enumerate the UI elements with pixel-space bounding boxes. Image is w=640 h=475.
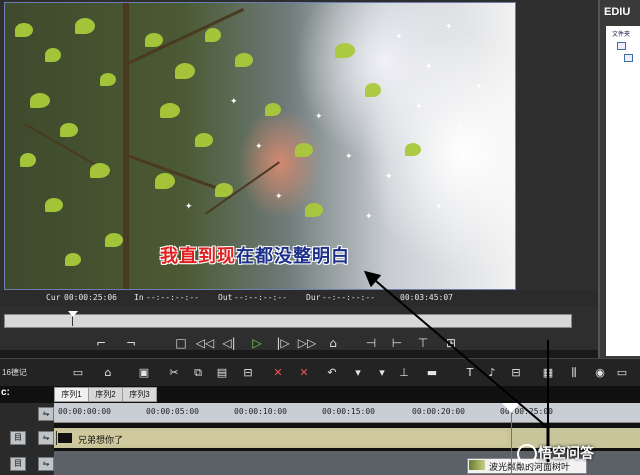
annotation-arrows <box>363 270 550 462</box>
watermark-logo-icon <box>517 444 537 464</box>
annotation-arrow <box>363 270 549 429</box>
watermark: 悟空问答 <box>538 446 594 462</box>
